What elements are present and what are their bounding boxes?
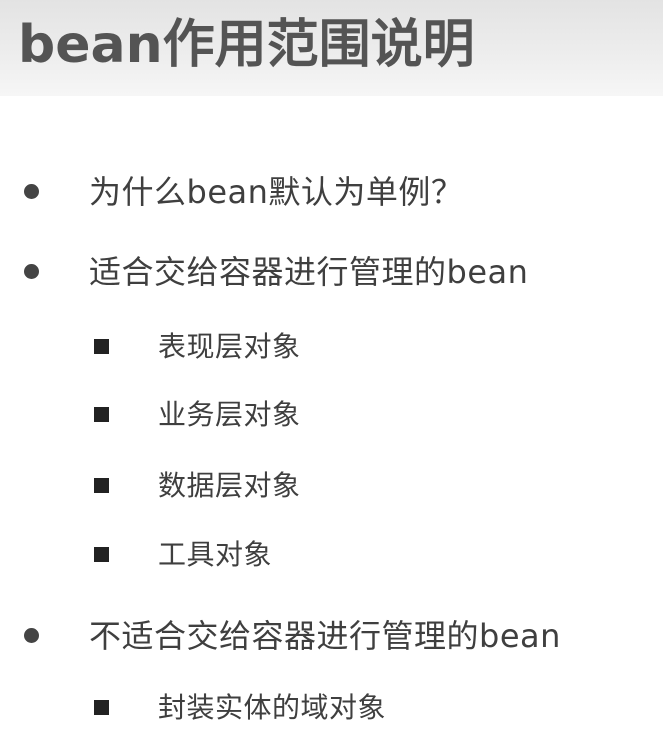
sub-list-item-text: 封装实体的域对象 [158,691,387,724]
list-item-text: 不适合交给容器进行管理的bean [89,617,561,655]
sub-list-item-text: 数据层对象 [158,469,301,502]
sub-list-item-text: 表现层对象 [158,330,301,363]
round-bullet-icon [24,628,39,643]
square-bullet-icon [94,478,109,493]
slide-header: bean作用范围说明 [0,0,663,96]
list-item-text: 适合交给容器进行管理的bean [89,253,529,291]
square-bullet-icon [94,407,109,422]
square-bullet-icon [94,339,109,354]
square-bullet-icon [94,547,109,562]
round-bullet-icon [24,184,39,199]
round-bullet-icon [24,264,39,279]
sub-list-item-text: 工具对象 [158,538,273,571]
list-item-text: 为什么bean默认为单例？ [89,173,464,211]
square-bullet-icon [94,700,109,715]
slide: bean作用范围说明 为什么bean默认为单例？ 适合交给容器进行管理的bean… [0,0,663,751]
slide-title: bean作用范围说明 [18,15,475,75]
sub-list-item-text: 业务层对象 [158,398,301,431]
